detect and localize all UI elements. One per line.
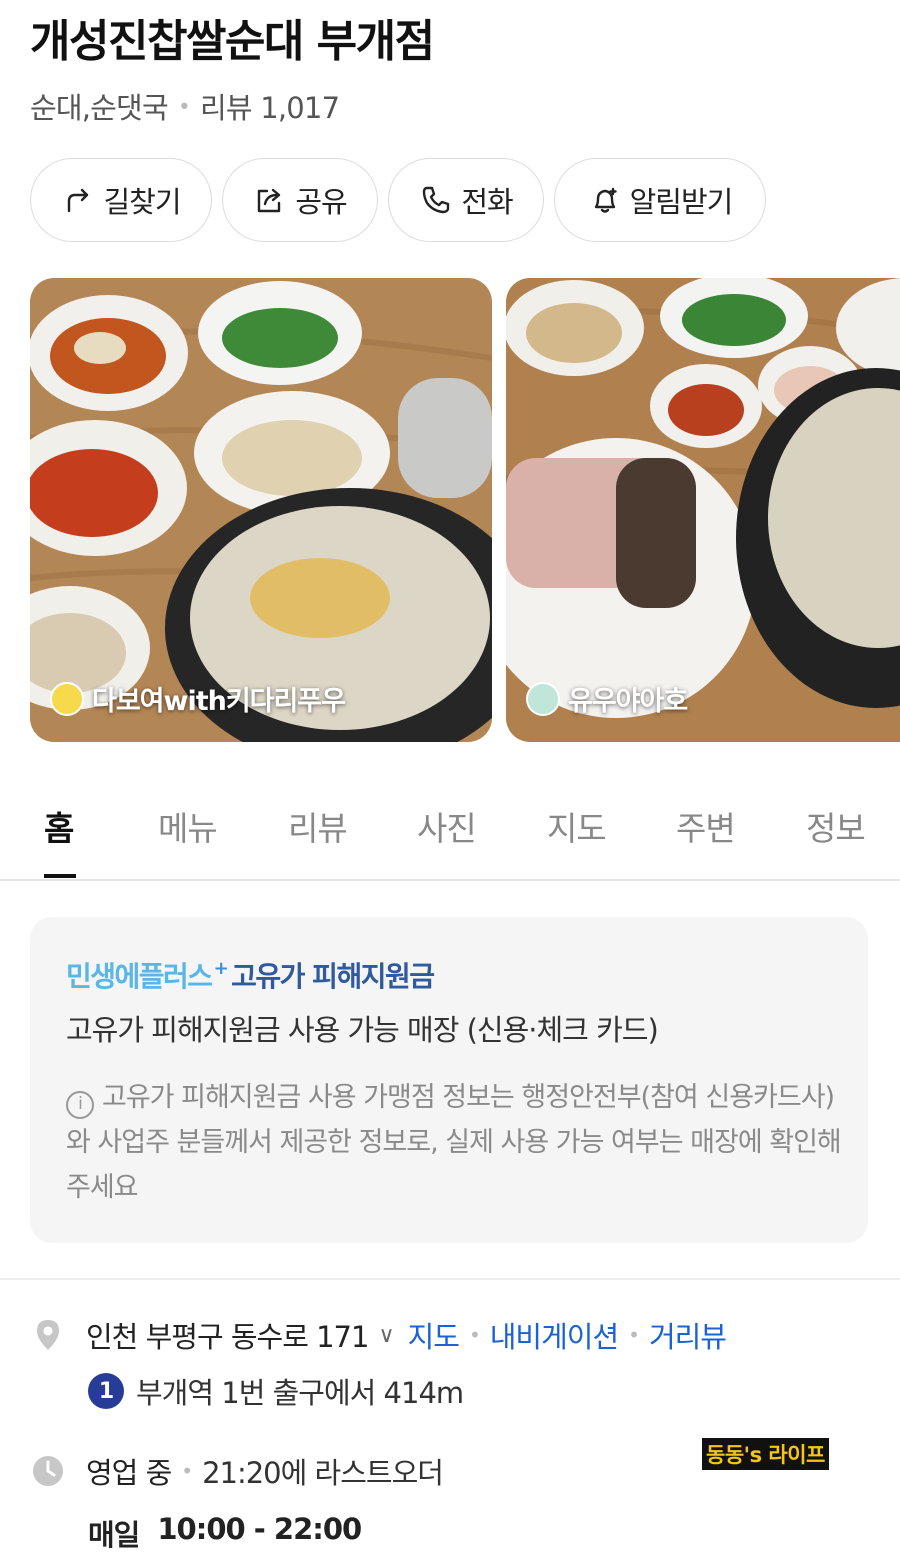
chevron-down-icon[interactable]: ∨ bbox=[378, 1323, 394, 1348]
daily-hours: 매일 10:00 - 22:00 bbox=[88, 1512, 362, 1554]
tab-menu[interactable]: 메뉴 bbox=[158, 802, 218, 850]
watermark: 동동's 라이프 bbox=[702, 1438, 829, 1470]
photo-credit-name: 다보여with키다리푸우 bbox=[92, 686, 346, 717]
brand-program: 고유가 피해지원금 bbox=[231, 960, 435, 993]
hours-row[interactable]: 영업 중 • 21:20에 라스트오더 bbox=[30, 1450, 444, 1492]
photo-credit[interactable]: 다보여with키다리푸우 bbox=[50, 679, 346, 718]
photo-credit-name: 유우야아호 bbox=[568, 686, 688, 717]
call-label: 전화 bbox=[461, 185, 513, 219]
share-button[interactable]: 공유 bbox=[222, 158, 378, 242]
tab-reviews[interactable]: 리뷰 bbox=[288, 802, 348, 850]
notify-button[interactable]: 알림받기 bbox=[554, 158, 766, 242]
notice-info-text: i 고유가 피해지원금 사용 가맹점 정보는 행정안전부(참여 신용카드사)와 사… bbox=[66, 1075, 846, 1210]
hours-day: 매일 bbox=[88, 1518, 140, 1552]
separator-dot: • bbox=[181, 1459, 193, 1483]
photo-credit[interactable]: 유우야아호 bbox=[526, 679, 688, 718]
photo-card[interactable]: 유우야아호 bbox=[506, 278, 900, 742]
notice-main-text: 고유가 피해지원금 사용 가능 매장 (신용·체크 카드) bbox=[66, 1013, 659, 1047]
place-subline: 순대,순댓국 • 리뷰 1,017 bbox=[30, 86, 340, 130]
map-link[interactable]: 지도 bbox=[408, 1314, 460, 1356]
user-avatar bbox=[50, 681, 84, 716]
place-header: 개성진찹쌀순대 부개점 bbox=[30, 14, 435, 70]
review-count-link[interactable]: 리뷰 1,017 bbox=[200, 86, 340, 130]
tab-photos[interactable]: 사진 bbox=[417, 802, 477, 850]
location-pin-icon bbox=[37, 1320, 59, 1350]
tab-map[interactable]: 지도 bbox=[547, 802, 607, 850]
food-photo bbox=[506, 278, 900, 742]
notify-label: 알림받기 bbox=[629, 185, 734, 219]
address-text: 인천 부평구 동수로 171 bbox=[86, 1320, 369, 1354]
directions-icon bbox=[68, 188, 89, 213]
business-status: 영업 중 bbox=[86, 1456, 172, 1490]
navigation-link[interactable]: 내비게이션 bbox=[490, 1314, 619, 1356]
action-bar: 길찾기 공유 전화 알림받기 bbox=[30, 158, 766, 242]
station-row: 1 부개역 1번 출구에서 414m bbox=[88, 1370, 464, 1412]
info-icon: i bbox=[66, 1090, 94, 1119]
station-distance: 부개역 1번 출구에서 414m bbox=[136, 1376, 464, 1410]
brand-plus-icon: + bbox=[213, 957, 229, 979]
brand-name: 민생에플러스 bbox=[66, 960, 213, 993]
last-order: 21:20에 라스트오더 bbox=[202, 1456, 444, 1490]
user-avatar bbox=[526, 681, 560, 716]
tab-info[interactable]: 정보 bbox=[806, 802, 866, 850]
hours-time: 10:00 - 22:00 bbox=[157, 1512, 362, 1546]
separator-dot: • bbox=[628, 1323, 640, 1347]
tab-home[interactable]: 홈 bbox=[44, 802, 74, 850]
clock-icon bbox=[33, 1456, 63, 1486]
active-tab-indicator bbox=[44, 874, 76, 878]
share-label: 공유 bbox=[295, 185, 347, 219]
food-photo bbox=[30, 278, 492, 742]
place-category: 순대,순댓국 bbox=[30, 91, 169, 125]
directions-label: 길찾기 bbox=[103, 185, 181, 219]
photo-card[interactable]: 다보여with키다리푸우 bbox=[30, 278, 492, 742]
tab-nearby[interactable]: 주변 bbox=[676, 802, 736, 850]
directions-button[interactable]: 길찾기 bbox=[30, 158, 212, 242]
place-title: 개성진찹쌀순대 부개점 bbox=[30, 16, 435, 67]
section-divider bbox=[0, 1278, 900, 1280]
streetview-link[interactable]: 거리뷰 bbox=[649, 1314, 727, 1356]
subway-line-badge: 1 bbox=[88, 1373, 124, 1409]
share-icon bbox=[258, 188, 281, 213]
phone-icon bbox=[423, 186, 450, 214]
tab-bar: 홈 메뉴 리뷰 사진 지도 주변 정보 bbox=[0, 780, 900, 881]
call-button[interactable]: 전화 bbox=[388, 158, 544, 242]
address-row: 인천 부평구 동수로 171 ∨ 지도 • 내비게이션 • 거리뷰 bbox=[30, 1314, 727, 1356]
subsidy-notice-card: 민생에플러스 + 고유가 피해지원금 고유가 피해지원금 사용 가능 매장 (신… bbox=[30, 917, 868, 1243]
notice-info-body: 고유가 피해지원금 사용 가맹점 정보는 행정안전부(참여 신용카드사)와 사업… bbox=[66, 1082, 842, 1203]
separator-dot: • bbox=[177, 95, 191, 120]
separator-dot: • bbox=[468, 1323, 481, 1347]
subsidy-brand-logo: 민생에플러스 + 고유가 피해지원금 bbox=[66, 955, 435, 995]
photo-carousel[interactable]: 다보여with키다리푸우 유우야아호 bbox=[30, 278, 900, 742]
bell-icon bbox=[594, 187, 617, 213]
